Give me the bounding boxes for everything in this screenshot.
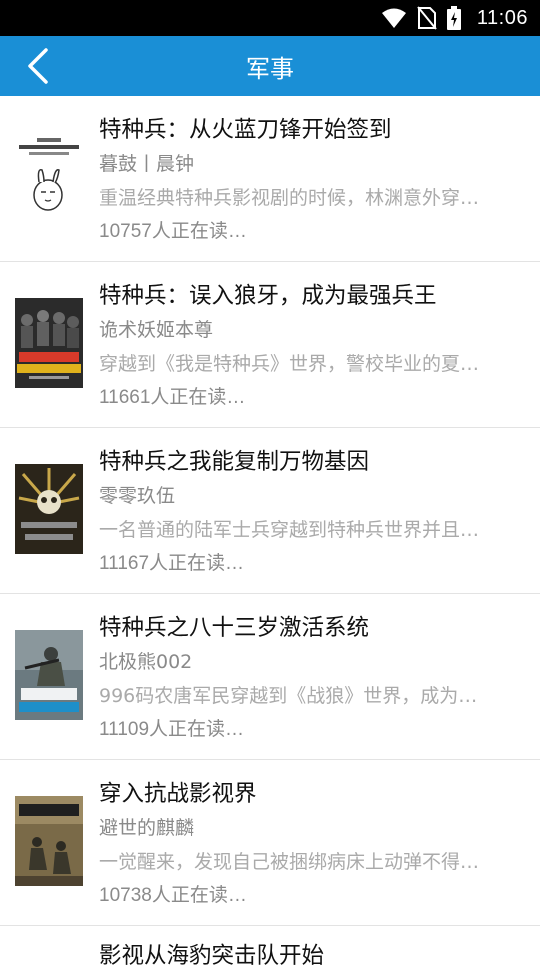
list-item[interactable]: 穿入抗战影视界 避世的麒麟 一觉醒来，发现自己被捆绑病床上动弹不得… 10738… <box>0 760 540 926</box>
app-bar: 军事 <box>0 36 540 96</box>
book-cover <box>15 132 83 222</box>
book-description: 重温经典特种兵影视剧的时候，林渊意外穿… <box>99 187 480 209</box>
book-cover <box>15 630 83 720</box>
book-title: 特种兵：误入狼牙，成为最强兵王 <box>99 283 437 309</box>
status-time: 11:06 <box>476 6 528 29</box>
list-item[interactable]: 特种兵：从火蓝刀锋开始签到 暮鼓丨晨钟 重温经典特种兵影视剧的时候，林渊意外穿…… <box>0 96 540 262</box>
book-description: 穿越到《我是特种兵》世界，警校毕业的夏… <box>99 353 480 375</box>
list-item-partial[interactable]: 影视从海豹突击队开始 <box>0 926 540 969</box>
reader-count: 11167人正在读… <box>99 553 245 574</box>
book-cover <box>15 796 83 886</box>
book-author: 北极熊002 <box>99 651 193 673</box>
reader-count: 11661人正在读… <box>99 387 246 408</box>
book-cover <box>15 298 83 388</box>
no-sim-icon <box>417 6 437 30</box>
reader-count: 10757人正在读… <box>99 221 247 242</box>
list-item[interactable]: 特种兵：误入狼牙，成为最强兵王 诡术妖姬本尊 穿越到《我是特种兵》世界，警校毕业… <box>0 262 540 428</box>
page-title: 军事 <box>246 54 294 83</box>
list-item[interactable]: 特种兵之八十三岁激活系统 北极熊002 996码农唐军民穿越到《战狼》世界，成为… <box>0 594 540 760</box>
back-arrow-icon <box>28 48 48 84</box>
back-button[interactable] <box>18 48 58 84</box>
wifi-icon <box>381 8 406 28</box>
book-title: 特种兵：从火蓝刀锋开始签到 <box>99 117 392 143</box>
reader-count: 11109人正在读… <box>99 719 245 740</box>
book-title: 特种兵之我能复制万物基因 <box>99 449 370 475</box>
reader-count: 10738人正在读… <box>99 885 247 906</box>
book-description: 一名普通的陆军士兵穿越到特种兵世界并且… <box>99 519 480 541</box>
book-title: 特种兵之八十三岁激活系统 <box>99 615 370 641</box>
book-author: 暮鼓丨晨钟 <box>99 153 195 175</box>
book-author: 避世的麒麟 <box>99 817 195 839</box>
book-description: 一觉醒来，发现自己被捆绑病床上动弹不得… <box>99 851 480 873</box>
book-author: 零零玖伍 <box>99 485 176 507</box>
book-list: 特种兵：从火蓝刀锋开始签到 暮鼓丨晨钟 重温经典特种兵影视剧的时候，林渊意外穿…… <box>0 96 540 969</box>
book-title: 穿入抗战影视界 <box>99 781 257 807</box>
status-bar: 11:06 <box>0 0 540 36</box>
battery-charging-icon <box>446 6 461 30</box>
list-item[interactable]: 特种兵之我能复制万物基因 零零玖伍 一名普通的陆军士兵穿越到特种兵世界并且… 1… <box>0 428 540 594</box>
book-title: 影视从海豹突击队开始 <box>99 943 325 969</box>
book-cover <box>15 464 83 554</box>
book-description: 996码农唐军民穿越到《战狼》世界，成为… <box>99 685 478 707</box>
book-author: 诡术妖姬本尊 <box>99 319 214 341</box>
